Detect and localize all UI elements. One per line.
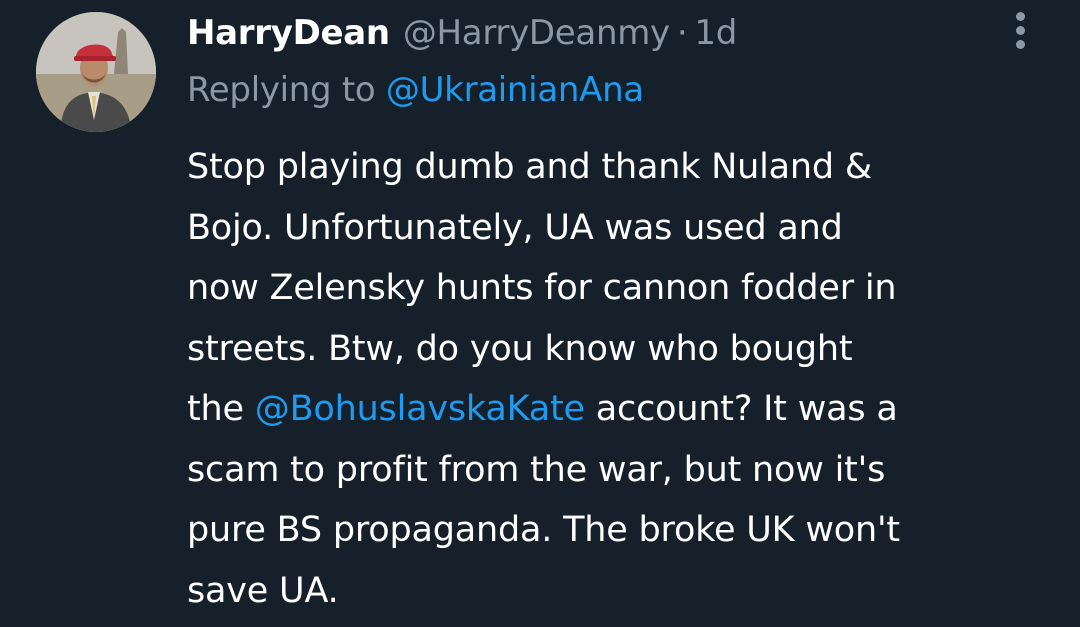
avatar[interactable]	[36, 12, 156, 132]
more-vertical-icon	[1016, 12, 1025, 21]
tweet-text-segment: account? It was a	[584, 389, 898, 429]
tweet-text-segment: the	[187, 389, 255, 429]
replying-to-label: Replying to	[187, 70, 386, 110]
more-vertical-icon-dot	[1016, 26, 1025, 35]
reply-mention-link[interactable]: @UkrainianAna	[386, 70, 644, 110]
tweet-text-line: scam to profit from the war, but now it'…	[187, 449, 886, 490]
author-handle[interactable]: @HarryDeanmy	[403, 13, 670, 53]
separator-dot: ·	[676, 13, 688, 53]
tweet-text-line: Bojo. Unfortunately, UA was used and	[187, 207, 843, 248]
avatar-image	[36, 12, 156, 132]
mention-link[interactable]: @BohuslavskaKate	[255, 389, 585, 429]
more-vertical-icon-dot	[1016, 40, 1025, 49]
tweet-text-line: pure BS propaganda. The broke UK won't	[187, 510, 900, 550]
tweet-text-line: streets. Btw, do you know who bought	[187, 328, 853, 369]
replying-to: Replying to @UkrainianAna	[187, 70, 644, 110]
tweet-text: Stop playing dumb and thank Nuland & Boj…	[187, 137, 1067, 621]
author-display-name[interactable]: HarryDean	[187, 13, 390, 53]
tweet-text-line: save UA.	[187, 570, 339, 611]
timestamp[interactable]: 1d	[694, 13, 737, 53]
tweet-text-line: the @BohuslavskaKate account? It was a	[187, 379, 1067, 440]
tweet-header: HarryDean @HarryDeanmy · 1d	[187, 8, 737, 58]
more-options-button[interactable]	[1004, 8, 1038, 52]
tweet[interactable]: HarryDean @HarryDeanmy · 1d Replying to …	[0, 0, 1080, 627]
tweet-text-line: Stop playing dumb and thank Nuland &	[187, 147, 872, 187]
tweet-text-line: now Zelensky hunts for cannon fodder in	[187, 268, 897, 308]
